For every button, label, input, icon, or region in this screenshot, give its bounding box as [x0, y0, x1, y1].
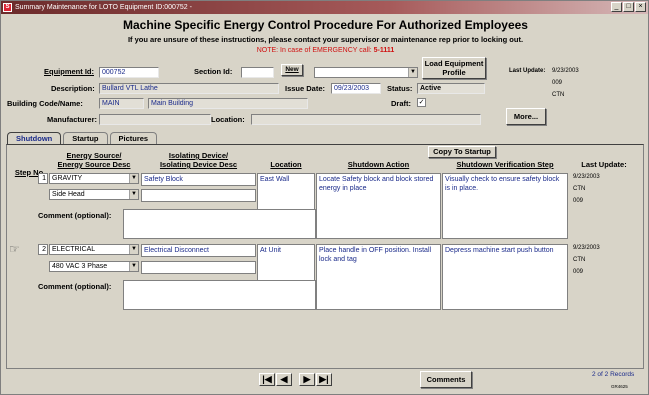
form-code: GR4625 [611, 384, 628, 389]
record-count: 2 of 2 Records [592, 371, 635, 378]
location-field[interactable] [251, 114, 481, 125]
update-user-1: CTN [573, 186, 586, 192]
copy-to-startup-button[interactable]: Copy To Startup [428, 146, 496, 158]
energy-source-combo-2[interactable]: ELECTRICAL ▼ [49, 244, 139, 255]
chevron-down-icon[interactable]: ▼ [129, 262, 138, 271]
header-energy-source: Energy Source/ Energy Source Desc [49, 151, 139, 169]
step-number-1[interactable]: 1 [38, 173, 48, 184]
isolating-device-2[interactable]: Electrical Disconnect [141, 244, 256, 257]
shutdown-action-2[interactable]: Place handle in OFF position. Install lo… [316, 244, 441, 310]
section-id-label: Section Id: [194, 67, 233, 76]
comment-field-2[interactable] [123, 280, 316, 310]
header-isolating-device: Isolating Device/ Isolating Device Desc [141, 151, 256, 169]
section-combo[interactable]: ▼ [314, 67, 418, 78]
close-button[interactable]: × [635, 2, 646, 12]
last-update-code: 009 [552, 80, 563, 86]
emergency-note: NOTE: In case of EMERGENCY call: 5-1111 [1, 47, 649, 54]
description-label: Description: [51, 84, 95, 93]
header-location: Location [257, 160, 315, 169]
isolating-desc-1[interactable] [141, 189, 256, 202]
emergency-phone: 5-1111 [373, 47, 395, 54]
last-update-user: CTN [552, 92, 565, 98]
emergency-note-text: NOTE: In case of EMERGENCY call: [256, 47, 372, 54]
energy-source-combo-1[interactable]: GRAVITY ▼ [49, 173, 139, 184]
chevron-down-icon[interactable]: ▼ [408, 68, 417, 77]
shutdown-action-1[interactable]: Locate Safety block and block stored ene… [316, 173, 441, 239]
record-navigation: |◀ ◀ ▶ ▶| [259, 373, 332, 386]
issue-date-label: Issue Date: [285, 84, 326, 93]
update-date-2: 9/23/2003 [573, 245, 600, 251]
step-number-2[interactable]: 2 [38, 244, 48, 255]
header-shutdown-action-text: Shutdown Action [347, 160, 410, 169]
update-user-2: CTN [573, 257, 586, 263]
building-code-field[interactable]: MAIN [99, 98, 144, 109]
page-title: Machine Specific Energy Control Procedur… [123, 18, 528, 32]
building-name-field[interactable]: Main Building [148, 98, 308, 109]
equipment-id-label: Equipment Id: [44, 67, 94, 76]
energy-desc-value-1: Side Head [52, 191, 85, 198]
header-location-text: Location [270, 160, 302, 169]
new-button[interactable]: New [281, 64, 303, 76]
manufacturer-field[interactable] [99, 114, 211, 125]
energy-desc-value-2: 480 VAC 3 Phase [52, 263, 108, 270]
minimize-button[interactable]: _ [611, 2, 622, 12]
section-id-field[interactable] [241, 67, 274, 78]
comment-field-1[interactable] [123, 209, 316, 239]
last-update-date: 9/23/2003 [552, 68, 579, 74]
isolating-device-1[interactable]: Safety Block [141, 173, 256, 186]
update-date-1: 9/23/2003 [573, 174, 600, 180]
building-label: Building Code/Name: [7, 99, 83, 108]
description-field[interactable]: Bullard VTL Lathe [99, 83, 279, 94]
comments-button[interactable]: Comments [420, 371, 472, 388]
last-record-button[interactable]: ▶| [316, 373, 332, 386]
verification-2[interactable]: Depress machine start push button [442, 244, 568, 310]
loto-window: S Summary Maintenance for LOTO Equipment… [0, 0, 649, 395]
maximize-button[interactable]: □ [623, 2, 634, 12]
comment-label-1: Comment (optional): [38, 211, 112, 220]
status-label: Status: [387, 84, 413, 93]
issue-date-field[interactable]: 09/23/2003 [331, 83, 381, 94]
draft-checkbox[interactable]: ✓ [417, 98, 426, 107]
equipment-id-field[interactable]: 000752 [99, 67, 159, 78]
title-bar: S Summary Maintenance for LOTO Equipment… [1, 1, 648, 14]
header-shutdown-action: Shutdown Action [316, 160, 441, 169]
header-isolating-line2: Isolating Device Desc [159, 160, 238, 169]
manufacturer-label: Manufacturer: [47, 115, 98, 124]
app-icon: S [3, 3, 12, 12]
more-button[interactable]: More... [506, 108, 546, 125]
energy-source-value-1: GRAVITY [52, 175, 83, 182]
header-energy-line2: Energy Source Desc [57, 160, 131, 169]
verification-1[interactable]: Visually check to ensure safety block is… [442, 173, 568, 239]
page-subtitle: If you are unsure of these instructions,… [127, 35, 524, 44]
header-last-update-text: Last Update: [581, 160, 627, 169]
header-verification-text: Shutdown Verification Step [456, 160, 554, 169]
header-last-update: Last Update: [569, 160, 639, 169]
next-record-button[interactable]: ▶ [299, 373, 315, 386]
comment-label-2: Comment (optional): [38, 282, 112, 291]
update-code-2: 009 [573, 269, 584, 275]
header-isolating-line1: Isolating Device/ [168, 151, 229, 160]
chevron-down-icon[interactable]: ▼ [129, 245, 138, 254]
prev-record-button[interactable]: ◀ [276, 373, 292, 386]
chevron-down-icon[interactable]: ▼ [129, 190, 138, 199]
energy-desc-combo-1[interactable]: Side Head ▼ [49, 189, 139, 200]
location-label: Location: [211, 115, 245, 124]
energy-source-value-2: ELECTRICAL [52, 246, 96, 253]
first-record-button[interactable]: |◀ [259, 373, 275, 386]
energy-desc-combo-2[interactable]: 480 VAC 3 Phase ▼ [49, 261, 139, 272]
chevron-down-icon[interactable]: ▼ [129, 174, 138, 183]
header-verification: Shutdown Verification Step [442, 160, 568, 169]
header-energy-line1: Energy Source/ [66, 151, 122, 160]
window-title: Summary Maintenance for LOTO Equipment I… [15, 4, 192, 11]
update-code-1: 009 [573, 198, 584, 204]
current-record-pointer-icon: ☞ [9, 242, 20, 256]
status-field[interactable]: Active [417, 83, 485, 94]
isolating-desc-2[interactable] [141, 261, 256, 274]
load-equipment-profile-button[interactable]: Load Equipment Profile [422, 57, 486, 79]
draft-label: Draft: [391, 99, 411, 108]
last-update-label: Last Update: [509, 68, 546, 74]
